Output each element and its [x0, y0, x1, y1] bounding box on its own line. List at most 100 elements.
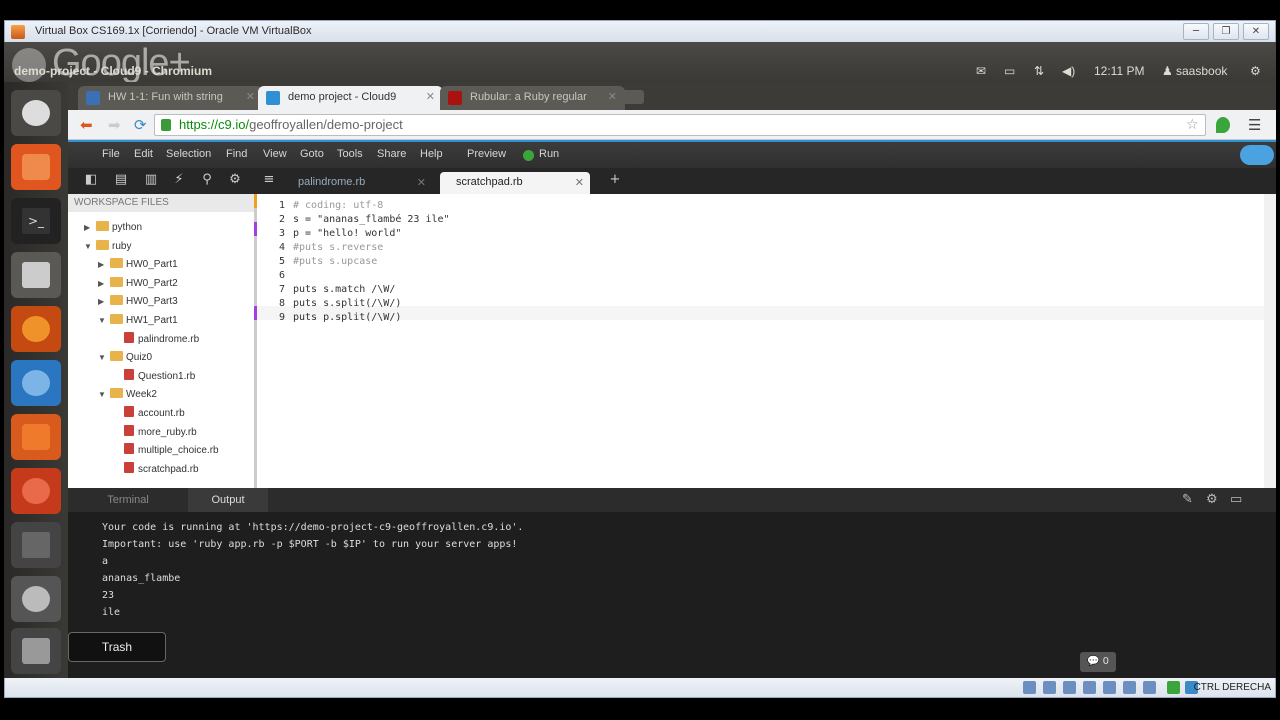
dash-home-icon[interactable] [11, 90, 61, 136]
menu-view[interactable]: View [263, 148, 287, 160]
tree-expand-icon[interactable]: ▼ [84, 239, 96, 255]
mouse-integration-icon[interactable] [1167, 681, 1180, 694]
navigate-icon[interactable]: ▥ [142, 172, 160, 190]
system-settings-icon[interactable] [11, 468, 61, 514]
run-icon[interactable] [523, 150, 534, 161]
close-tab-icon[interactable]: ✕ [426, 90, 435, 103]
add-tab-icon[interactable]: + [606, 172, 624, 190]
clear-output-icon[interactable]: ✎ [1182, 492, 1193, 507]
trash-icon[interactable] [11, 628, 61, 674]
menu-help[interactable]: Help [420, 148, 443, 160]
tab-output[interactable]: Output [188, 488, 268, 512]
chromium-icon[interactable] [11, 360, 61, 406]
chat-button[interactable]: 💬 0 [1080, 652, 1116, 672]
settings-gear-icon[interactable]: ⚙ [226, 172, 244, 190]
tree-folder[interactable]: ▼ Week2 [98, 387, 157, 403]
address-bar[interactable]: https://c9.io/geoffroyallen/demo-project [154, 114, 1206, 136]
tree-expand-icon[interactable]: ▶ [84, 220, 96, 236]
clock[interactable]: 12:11 PM [1094, 64, 1144, 78]
hard-disk-icon[interactable] [1023, 681, 1036, 694]
files-panel-icon[interactable]: ▤ [112, 172, 130, 190]
close-tab-icon[interactable]: ✕ [608, 90, 617, 103]
tree-folder[interactable]: ▼ Quiz0 [98, 350, 152, 366]
tab-terminal[interactable]: Terminal [88, 488, 168, 512]
menu-share[interactable]: Share [377, 148, 406, 160]
browser-tab-rubular[interactable]: Rubular: a Ruby regular ✕ [440, 86, 625, 110]
tree-folder[interactable]: ▶ HW0_Part1 [98, 257, 178, 273]
close-tab-icon[interactable]: ✕ [575, 176, 584, 189]
tree-folder[interactable]: ▼ ruby [84, 239, 131, 255]
browser-tab-cloud9[interactable]: demo project - Cloud9 ✕ [258, 86, 443, 110]
network-adapter-icon[interactable] [1103, 681, 1116, 694]
maximize-panel-icon[interactable]: ▭ [1230, 492, 1242, 507]
menu-goto[interactable]: Goto [300, 148, 324, 160]
tree-file[interactable]: scratchpad.rb [112, 461, 199, 478]
network-icon[interactable]: ⇅ [1034, 64, 1044, 78]
deploy-icon[interactable]: ⚲ [198, 172, 216, 190]
menu-icon[interactable]: ☰ [1248, 116, 1261, 134]
menu-find[interactable]: Find [226, 148, 247, 160]
tree-expand-icon[interactable]: ▶ [98, 276, 110, 292]
forward-arrow-icon[interactable]: ➡ [108, 116, 121, 134]
tree-file[interactable]: palindrome.rb [112, 331, 199, 348]
user-icon[interactable]: ♟ [1162, 64, 1173, 78]
shared-folders-icon[interactable] [1083, 681, 1096, 694]
optical-disc-icon[interactable] [11, 576, 61, 622]
menu-selection[interactable]: Selection [166, 148, 211, 160]
software-center-icon[interactable] [11, 414, 61, 460]
tree-folder[interactable]: ▶ HW0_Part2 [98, 276, 178, 292]
reload-icon[interactable]: ⟳ [134, 116, 147, 134]
tree-expand-icon[interactable]: ▼ [98, 350, 110, 366]
tree-file[interactable]: more_ruby.rb [112, 424, 197, 441]
tab-list-icon[interactable]: ≡ [260, 172, 278, 190]
tree-folder[interactable]: ▼ HW1_Part1 [98, 313, 178, 329]
close-tab-icon[interactable]: ✕ [246, 90, 255, 103]
tree-expand-icon[interactable]: ▶ [98, 257, 110, 273]
output-url-link[interactable]: https://demo-project-c9-geoffroyallen.c9… [253, 522, 512, 533]
code-editor[interactable]: 1 # coding: utf-8 2 s = "ananas_flambé 23 i… [254, 194, 1276, 488]
display-icon[interactable] [1123, 681, 1136, 694]
back-arrow-icon[interactable]: ⬅ [80, 116, 93, 134]
tree-expand-icon[interactable]: ▼ [98, 313, 110, 329]
run-button[interactable]: Run [539, 148, 559, 160]
mail-icon[interactable]: ✉ [976, 64, 986, 78]
collapse-icon[interactable]: ◧ [82, 172, 100, 190]
close-tab-icon[interactable]: ✕ [417, 176, 426, 189]
terminal-icon[interactable]: >_ [11, 198, 61, 244]
battery-icon[interactable]: ▭ [1004, 64, 1015, 78]
menu-tools[interactable]: Tools [337, 148, 363, 160]
tree-folder[interactable]: ▶ HW0_Part3 [98, 294, 178, 310]
new-tab-button[interactable] [620, 90, 644, 104]
workspace-switcher-icon[interactable] [11, 522, 61, 568]
menu-file[interactable]: File [102, 148, 120, 160]
tree-expand-icon[interactable]: ▼ [98, 387, 110, 403]
optical-drive-icon[interactable] [1043, 681, 1056, 694]
tree-file[interactable]: multiple_choice.rb [112, 443, 219, 459]
tree-expand-icon[interactable]: ▶ [98, 294, 110, 310]
panel-settings-icon[interactable]: ⚙ [1206, 492, 1218, 507]
extension-icon[interactable] [1216, 117, 1230, 133]
files-icon[interactable] [11, 144, 61, 190]
usb-icon[interactable] [1063, 681, 1076, 694]
session-gear-icon[interactable]: ⚙ [1250, 64, 1261, 78]
tree-file[interactable]: Question1.rb [112, 368, 195, 385]
bookmark-star-icon[interactable]: ☆ [1186, 117, 1199, 133]
editor-scrollbar[interactable] [1264, 194, 1276, 488]
preview-button[interactable]: Preview [467, 148, 506, 160]
video-capture-icon[interactable] [1143, 681, 1156, 694]
user-name[interactable]: saasbook [1176, 64, 1227, 78]
firefox-icon[interactable] [11, 306, 61, 352]
close-button[interactable]: ✕ [1243, 23, 1269, 40]
tree-folder[interactable]: ▶ python [84, 220, 142, 236]
browser-tab-hw[interactable]: HW 1-1: Fun with string ✕ [78, 86, 263, 110]
maximize-button[interactable]: ❐ [1213, 23, 1239, 40]
menu-edit[interactable]: Edit [134, 148, 153, 160]
minimize-button[interactable]: ─ [1183, 23, 1209, 40]
file-tab-palindrome[interactable]: palindrome.rb ✕ [282, 172, 432, 194]
volume-icon[interactable]: ◀) [1062, 64, 1075, 78]
debug-icon[interactable]: ⚡ [170, 172, 188, 190]
text-editor-icon[interactable] [11, 252, 61, 298]
cloud-icon[interactable] [1240, 145, 1274, 165]
tree-file[interactable]: account.rb [112, 406, 185, 422]
file-tab-scratchpad[interactable]: scratchpad.rb ✕ [440, 172, 590, 194]
